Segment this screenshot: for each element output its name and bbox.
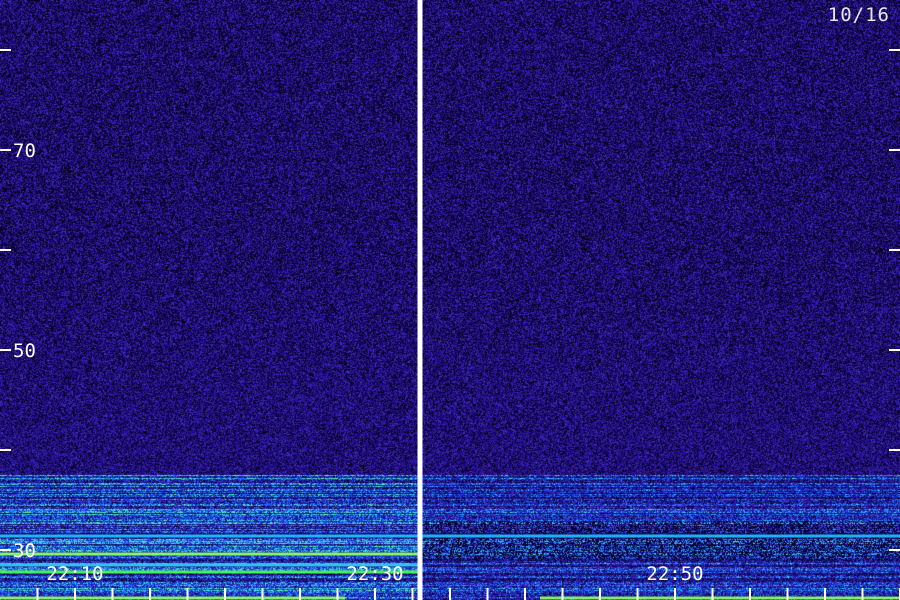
date-label: 10/16	[827, 4, 890, 26]
y-tick-label-30: 30	[13, 540, 36, 562]
y-tick-label-50: 50	[13, 340, 36, 362]
spectrogram-overlay: 70 50 30 22:10 22:30 22:50	[0, 0, 900, 600]
x-tick-label-2250: 22:50	[646, 563, 703, 585]
x-tick-label-2210: 22:10	[46, 563, 103, 585]
y-tick-label-70: 70	[13, 140, 36, 162]
x-tick-label-2230: 22:30	[346, 563, 403, 585]
